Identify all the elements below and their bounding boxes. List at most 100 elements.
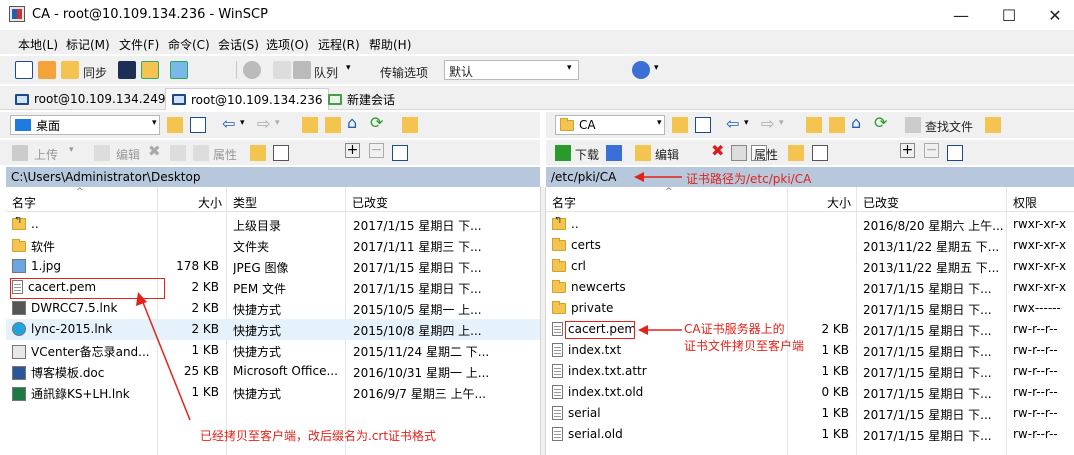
file-name-cell[interactable]: serial [552, 406, 702, 420]
find-files-button[interactable]: 查找文件 [925, 118, 973, 135]
download-options-icon[interactable] [606, 145, 622, 161]
tab-session-249[interactable]: root@10.109.134.249 [9, 88, 171, 110]
col-name[interactable]: 名字 [12, 194, 36, 211]
sync-status-icon[interactable] [632, 61, 650, 79]
properties-button[interactable]: 属性 [754, 146, 778, 163]
right-location-dropdown-icon[interactable]: ▾ [657, 118, 662, 128]
left-path-bar[interactable]: C:\Users\Administrator\Desktop [6, 167, 540, 187]
menu-file[interactable]: 文件(F) [119, 36, 159, 53]
compare-icon[interactable] [15, 61, 33, 79]
new-folder-icon[interactable] [250, 145, 266, 161]
sync-status-dropdown-icon[interactable]: ▾ [654, 63, 659, 73]
tab-new-session[interactable]: 新建会话 [322, 88, 401, 110]
file-name-cell[interactable]: .. [12, 217, 154, 231]
file-name-cell[interactable]: 1.jpg [12, 259, 154, 273]
root-dir-icon[interactable] [325, 117, 341, 133]
col-changed[interactable]: 已改变 [863, 194, 899, 211]
open-folder-icon[interactable] [672, 117, 688, 133]
rename-icon[interactable] [731, 145, 747, 161]
back-dropdown-icon[interactable]: ▾ [744, 118, 749, 128]
col-name[interactable]: 名字 [552, 194, 576, 211]
menu-session[interactable]: 会话(S) [218, 36, 259, 53]
file-name-cell[interactable]: serial.old [552, 427, 702, 441]
parent-dir-icon[interactable] [302, 117, 318, 133]
file-name-cell[interactable]: index.txt.attr [552, 364, 702, 378]
minimize-button[interactable]: — [938, 0, 984, 30]
download-button[interactable]: 下载 [575, 146, 599, 163]
queue-list-icon[interactable] [273, 61, 291, 79]
synchronize-browse-icon[interactable] [38, 61, 56, 79]
edit-button[interactable]: 编辑 [655, 146, 679, 163]
queue-dropdown-icon[interactable]: ▾ [346, 63, 351, 73]
parent-dir-icon[interactable] [806, 117, 822, 133]
forward-arrow-icon[interactable]: ⇨ [257, 114, 270, 133]
sync-label[interactable]: 同步 [83, 64, 107, 81]
open-folder-icon[interactable] [167, 117, 183, 133]
file-name-cell[interactable]: .. [552, 217, 702, 231]
home-icon[interactable]: ⌂ [347, 113, 357, 132]
transfer-dropdown-icon[interactable]: ▾ [567, 63, 572, 73]
find-files-icon[interactable] [905, 117, 921, 133]
edit-button[interactable]: 编辑 [116, 146, 140, 163]
filter-icon[interactable] [190, 117, 206, 133]
deselect-icon[interactable]: − [924, 143, 939, 158]
filter-select-icon[interactable] [947, 145, 963, 161]
download-icon[interactable] [555, 145, 571, 161]
home-icon[interactable]: ⌂ [851, 113, 861, 132]
right-location-select[interactable]: CA [555, 115, 665, 135]
copy-path-icon[interactable] [812, 145, 828, 161]
menu-command[interactable]: 命令(C) [168, 36, 210, 53]
refresh-icon[interactable]: ⟳ [370, 113, 383, 132]
new-folder-icon[interactable] [788, 145, 804, 161]
copy-path-icon[interactable] [273, 145, 289, 161]
left-location-select[interactable]: 桌面 [10, 115, 160, 135]
close-button[interactable]: ✕ [1032, 0, 1074, 30]
forward-dropdown-icon[interactable]: ▾ [275, 118, 280, 128]
col-size[interactable]: 大小 [198, 194, 222, 211]
tab-session-236[interactable]: root@10.109.134.236 [165, 88, 330, 110]
menu-mark[interactable]: 标记(M) [66, 36, 110, 53]
putty-icon[interactable] [141, 61, 159, 79]
menu-remote[interactable]: 远程(R) [318, 36, 360, 53]
file-name-cell[interactable]: index.txt [552, 343, 702, 357]
select-all-icon[interactable]: + [345, 143, 360, 158]
filter-select-icon[interactable] [392, 145, 408, 161]
refresh-session-icon[interactable] [170, 61, 188, 79]
find-icon[interactable] [402, 117, 418, 133]
queue-icon[interactable] [293, 61, 311, 79]
col-changed[interactable]: 已改变 [352, 194, 388, 211]
edit-icon[interactable] [635, 145, 651, 161]
file-name-cell[interactable]: crl [552, 259, 702, 273]
refresh-icon[interactable]: ⟳ [874, 113, 887, 132]
menu-local[interactable]: 本地(L) [18, 36, 58, 53]
delete-icon[interactable]: ✖ [711, 141, 724, 160]
file-name-cell[interactable]: 软件 [12, 238, 154, 255]
find-icon[interactable] [985, 117, 1001, 133]
preferences-gear-icon[interactable] [243, 61, 261, 79]
upload-dropdown-icon[interactable]: ▾ [69, 145, 74, 155]
forward-arrow-icon[interactable]: ⇨ [761, 114, 774, 133]
col-rights[interactable]: 权限 [1013, 194, 1037, 211]
left-location-dropdown-icon[interactable]: ▾ [152, 118, 157, 128]
rename-icon[interactable] [170, 145, 186, 161]
edit-icon[interactable] [94, 145, 110, 161]
queue-button[interactable]: 队列 [314, 64, 338, 81]
upload-button[interactable]: 上传 [34, 146, 58, 163]
root-dir-icon[interactable] [829, 117, 845, 133]
back-arrow-icon[interactable]: ⇦ [222, 114, 235, 133]
select-all-icon[interactable]: + [900, 143, 915, 158]
console-icon[interactable] [118, 61, 136, 79]
file-name-cell[interactable]: index.txt.old [552, 385, 702, 399]
file-name-cell[interactable]: certs [552, 238, 702, 252]
maximize-button[interactable]: ☐ [986, 0, 1032, 30]
properties-button[interactable]: 属性 [213, 146, 237, 163]
col-type[interactable]: 类型 [233, 194, 257, 211]
filter-icon[interactable] [695, 117, 711, 133]
file-name-cell[interactable]: newcerts [552, 280, 702, 294]
file-name-cell[interactable]: private [552, 301, 702, 315]
upload-icon[interactable] [12, 145, 28, 161]
deselect-icon[interactable]: − [369, 143, 384, 158]
delete-icon[interactable]: ✖ [148, 142, 161, 160]
properties-icon[interactable] [193, 145, 209, 161]
winscp-app-icon[interactable] [9, 6, 25, 22]
